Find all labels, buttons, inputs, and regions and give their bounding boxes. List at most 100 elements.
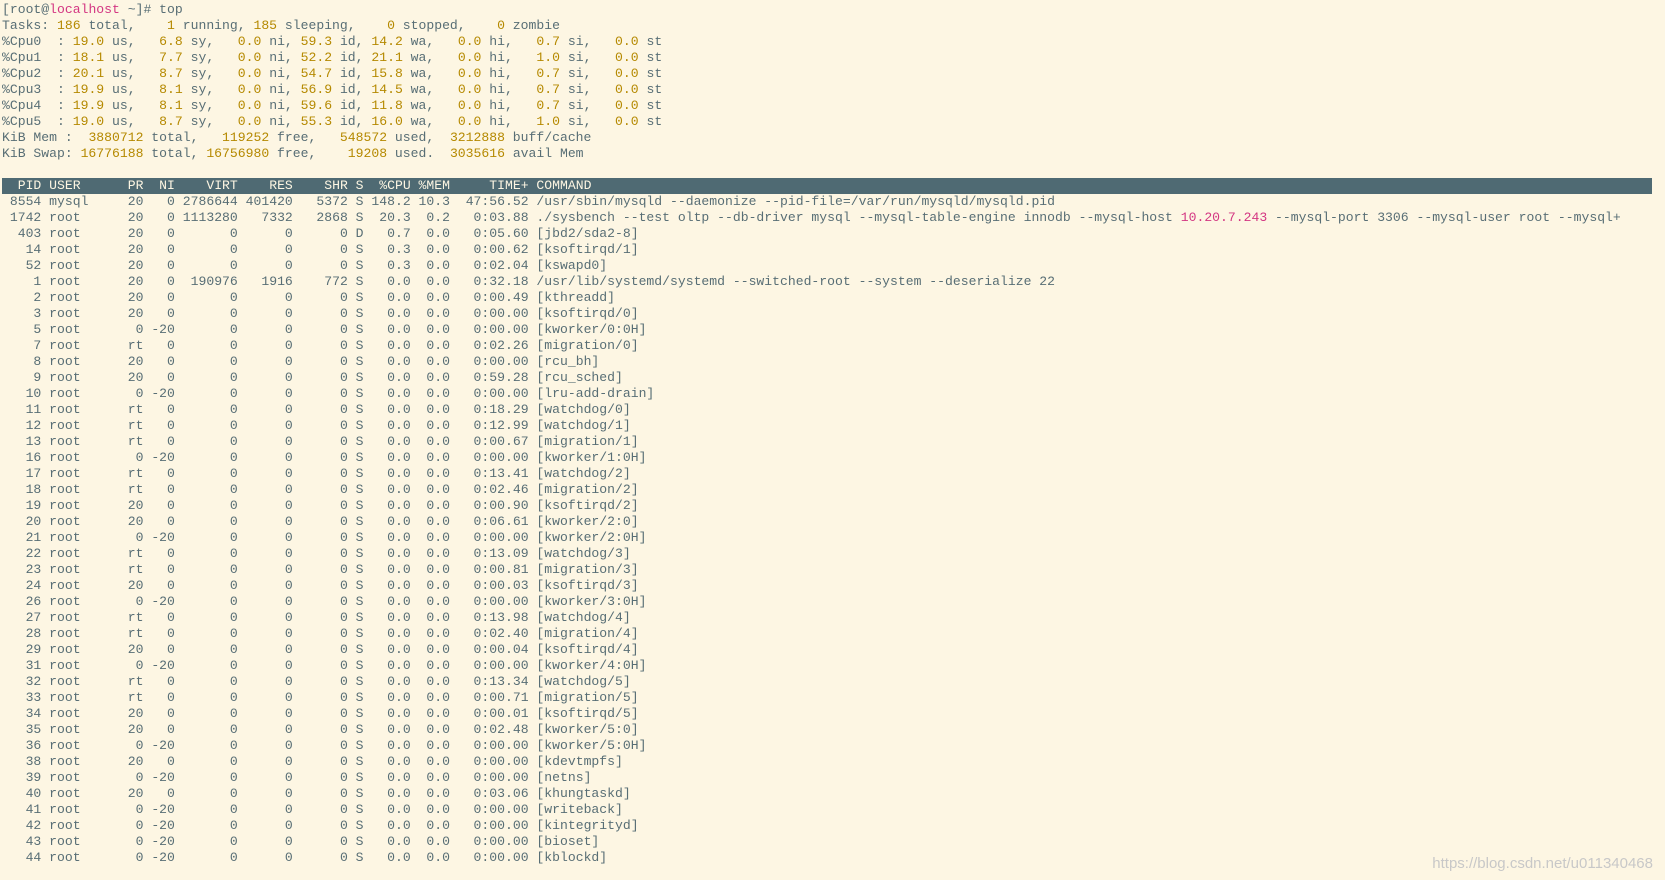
table-row[interactable]: 1 root 20 0 190976 1916 772 S 0.0 0.0 0:…	[2, 274, 1665, 290]
cell-mem: 0.0	[410, 274, 450, 289]
cell-time: 0:06.61	[449, 514, 529, 529]
cell-time: 0:00.00	[449, 354, 529, 369]
table-row[interactable]: 2 root 20 0 0 0 0 S 0.0 0.0 0:00.49 [kth…	[2, 290, 1665, 306]
table-row[interactable]: 26 root 0 -20 0 0 0 S 0.0 0.0 0:00.00 [k…	[2, 594, 1665, 610]
cell-cpu: 0.0	[363, 482, 411, 497]
cpu-id: 52.2	[300, 50, 333, 65]
table-row[interactable]: 27 root rt 0 0 0 0 S 0.0 0.0 0:13.98 [wa…	[2, 610, 1665, 626]
table-row[interactable]: 1742 root 20 0 1113280 7332 2868 S 20.3 …	[2, 210, 1665, 226]
cell-s: D	[347, 226, 364, 241]
table-row[interactable]: 23 root rt 0 0 0 0 S 0.0 0.0 0:00.81 [mi…	[2, 562, 1665, 578]
table-row[interactable]: 21 root 0 -20 0 0 0 S 0.0 0.0 0:00.00 [k…	[2, 530, 1665, 546]
cell-pr: rt	[112, 402, 144, 417]
table-row[interactable]: 13 root rt 0 0 0 0 S 0.0 0.0 0:00.67 [mi…	[2, 434, 1665, 450]
cell-virt: 0	[174, 546, 238, 561]
table-row[interactable]: 12 root rt 0 0 0 0 S 0.0 0.0 0:12.99 [wa…	[2, 418, 1665, 434]
cell-user: root	[49, 290, 113, 305]
cell-ni: -20	[143, 802, 175, 817]
cell-user: root	[49, 658, 113, 673]
table-row[interactable]: 33 root rt 0 0 0 0 S 0.0 0.0 0:00.71 [mi…	[2, 690, 1665, 706]
cell-res: 0	[237, 722, 293, 737]
table-row[interactable]: 31 root 0 -20 0 0 0 S 0.0 0.0 0:00.00 [k…	[2, 658, 1665, 674]
table-row[interactable]: 41 root 0 -20 0 0 0 S 0.0 0.0 0:00.00 [w…	[2, 802, 1665, 818]
cell-ni: 0	[143, 354, 175, 369]
table-row[interactable]: 29 root 20 0 0 0 0 S 0.0 0.0 0:00.04 [ks…	[2, 642, 1665, 658]
cell-user: root	[49, 626, 113, 641]
table-row[interactable]: 22 root rt 0 0 0 0 S 0.0 0.0 0:13.09 [wa…	[2, 546, 1665, 562]
cell-res: 0	[237, 322, 293, 337]
cell-mem: 0.0	[410, 338, 450, 353]
cell-user: root	[49, 482, 113, 497]
cell-pid: 39	[2, 770, 50, 785]
cell-time: 0:00.00	[449, 450, 529, 465]
cell-pid: 27	[2, 610, 50, 625]
process-table[interactable]: 8554 mysql 20 0 2786644 401420 5372 S 14…	[2, 194, 1665, 866]
column-header-pid: PID	[2, 178, 50, 193]
table-row[interactable]: 16 root 0 -20 0 0 0 S 0.0 0.0 0:00.00 [k…	[2, 450, 1665, 466]
cell-user: root	[49, 802, 113, 817]
table-row[interactable]: 24 root 20 0 0 0 0 S 0.0 0.0 0:00.03 [ks…	[2, 578, 1665, 594]
cell-time: 0:02.26	[449, 338, 529, 353]
cell-mem: 0.0	[410, 754, 450, 769]
table-row[interactable]: 38 root 20 0 0 0 0 S 0.0 0.0 0:00.00 [kd…	[2, 754, 1665, 770]
cell-pr: 20	[112, 258, 144, 273]
table-row[interactable]: 20 root 20 0 0 0 0 S 0.0 0.0 0:06.61 [kw…	[2, 514, 1665, 530]
table-row[interactable]: 35 root 20 0 0 0 0 S 0.0 0.0 0:02.48 [kw…	[2, 722, 1665, 738]
cell-pr: 0	[112, 818, 144, 833]
table-row[interactable]: 43 root 0 -20 0 0 0 S 0.0 0.0 0:00.00 [b…	[2, 834, 1665, 850]
cell-s: S	[347, 690, 364, 705]
cpu-ni: 0.0	[229, 98, 262, 113]
table-row[interactable]: 32 root rt 0 0 0 0 S 0.0 0.0 0:13.34 [wa…	[2, 674, 1665, 690]
table-row[interactable]: 403 root 20 0 0 0 0 D 0.7 0.0 0:05.60 [j…	[2, 226, 1665, 242]
table-row[interactable]: 42 root 0 -20 0 0 0 S 0.0 0.0 0:00.00 [k…	[2, 818, 1665, 834]
cell-command: [kdevtmpfs]	[536, 754, 623, 769]
table-row[interactable]: 44 root 0 -20 0 0 0 S 0.0 0.0 0:00.00 [k…	[2, 850, 1665, 866]
table-row[interactable]: 19 root 20 0 0 0 0 S 0.0 0.0 0:00.90 [ks…	[2, 498, 1665, 514]
cell-time: 0:00.00	[449, 386, 529, 401]
table-row[interactable]: 40 root 20 0 0 0 0 S 0.0 0.0 0:03.06 [kh…	[2, 786, 1665, 802]
terminal-window[interactable]: [root@localhost ~]# top Tasks: 186 total…	[0, 0, 1665, 880]
cell-s: S	[347, 802, 364, 817]
table-row[interactable]: 17 root rt 0 0 0 0 S 0.0 0.0 0:13.41 [wa…	[2, 466, 1665, 482]
column-header-cpu: %CPU	[363, 178, 411, 193]
table-row[interactable]: 8 root 20 0 0 0 0 S 0.0 0.0 0:00.00 [rcu…	[2, 354, 1665, 370]
cell-pid: 1	[2, 274, 50, 289]
cell-time: 0:00.81	[449, 562, 529, 577]
cpu-sy: 8.1	[143, 98, 183, 113]
cell-user: root	[49, 466, 113, 481]
table-row[interactable]: 5 root 0 -20 0 0 0 S 0.0 0.0 0:00.00 [kw…	[2, 322, 1665, 338]
cell-s: S	[347, 786, 364, 801]
cell-mem: 0.0	[410, 226, 450, 241]
table-row[interactable]: 11 root rt 0 0 0 0 S 0.0 0.0 0:18.29 [wa…	[2, 402, 1665, 418]
cell-mem: 0.0	[410, 370, 450, 385]
table-row[interactable]: 18 root rt 0 0 0 0 S 0.0 0.0 0:02.46 [mi…	[2, 482, 1665, 498]
cell-s: S	[347, 418, 364, 433]
column-header-pr: PR	[112, 178, 144, 193]
table-row[interactable]: 52 root 20 0 0 0 0 S 0.3 0.0 0:02.04 [ks…	[2, 258, 1665, 274]
cell-virt: 0	[174, 354, 238, 369]
cell-pid: 3	[2, 306, 50, 321]
cpu-name: %Cpu5	[2, 114, 42, 129]
cell-mem: 0.0	[410, 658, 450, 673]
cell-cpu: 0.0	[363, 594, 411, 609]
cell-pid: 40	[2, 786, 50, 801]
cell-virt: 0	[174, 706, 238, 721]
cell-user: root	[49, 690, 113, 705]
table-row[interactable]: 9 root 20 0 0 0 0 S 0.0 0.0 0:59.28 [rcu…	[2, 370, 1665, 386]
table-row[interactable]: 36 root 0 -20 0 0 0 S 0.0 0.0 0:00.00 [k…	[2, 738, 1665, 754]
cell-shr: 0	[292, 306, 348, 321]
table-row[interactable]: 28 root rt 0 0 0 0 S 0.0 0.0 0:02.40 [mi…	[2, 626, 1665, 642]
table-row[interactable]: 3 root 20 0 0 0 0 S 0.0 0.0 0:00.00 [kso…	[2, 306, 1665, 322]
table-row[interactable]: 7 root rt 0 0 0 0 S 0.0 0.0 0:02.26 [mig…	[2, 338, 1665, 354]
cell-pid: 20	[2, 514, 50, 529]
table-row[interactable]: 14 root 20 0 0 0 0 S 0.3 0.0 0:00.62 [ks…	[2, 242, 1665, 258]
table-row[interactable]: 10 root 0 -20 0 0 0 S 0.0 0.0 0:00.00 [l…	[2, 386, 1665, 402]
cell-cpu: 0.0	[363, 338, 411, 353]
cell-s: S	[347, 466, 364, 481]
cell-virt: 190976	[174, 274, 238, 289]
table-row[interactable]: 8554 mysql 20 0 2786644 401420 5372 S 14…	[2, 194, 1665, 210]
cell-shr: 0	[292, 706, 348, 721]
table-row[interactable]: 39 root 0 -20 0 0 0 S 0.0 0.0 0:00.00 [n…	[2, 770, 1665, 786]
table-row[interactable]: 34 root 20 0 0 0 0 S 0.0 0.0 0:00.01 [ks…	[2, 706, 1665, 722]
cell-ni: 0	[143, 706, 175, 721]
